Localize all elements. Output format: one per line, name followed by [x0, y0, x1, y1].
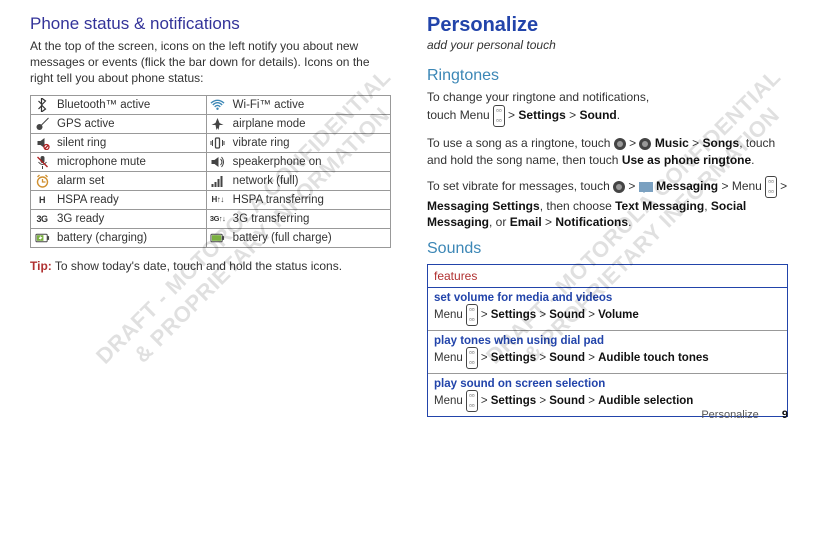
table-row: 3G 3G ready 3G↑↓ 3G transferring	[31, 209, 391, 228]
speaker-icon	[210, 155, 226, 169]
cell-label: Wi-Fi™ active	[229, 95, 391, 114]
three-g-transfer-icon: 3G↑↓	[210, 212, 226, 226]
right-column: Personalize add your personal touch Ring…	[427, 14, 788, 417]
status-intro: At the top of the screen, icons on the l…	[30, 38, 391, 87]
cell-label: 3G transferring	[229, 209, 391, 228]
table-row: H HSPA ready H↑↓ HSPA transferring	[31, 190, 391, 209]
feature-row: set volume for media and videos Menu ▫▫▫…	[428, 288, 787, 331]
footer-section: Personalize	[701, 409, 758, 421]
cell-label: silent ring	[53, 133, 206, 152]
cell-label: vibrate ring	[229, 133, 391, 152]
menu-icon: ▫▫▫▫	[466, 304, 478, 326]
features-table: features set volume for media and videos…	[427, 264, 788, 417]
features-header: features	[428, 265, 787, 288]
page-footer: Personalize 9	[701, 409, 788, 421]
battery-charging-icon	[34, 231, 50, 245]
ring-para-1: To change your ringtone and notification…	[427, 89, 788, 127]
airplane-icon	[210, 117, 226, 131]
page-number: 9	[782, 409, 788, 421]
ring-para-3: To set vibrate for messages, touch > Mes…	[427, 176, 788, 230]
cell-label: battery (charging)	[53, 228, 206, 247]
tip-body: To show today's date, touch and hold the…	[52, 259, 342, 273]
table-row: microphone mute speakerphone on	[31, 152, 391, 171]
music-icon	[639, 138, 651, 150]
feature-title: set volume for media and videos	[434, 292, 781, 304]
ring-para-2: To use a song as a ringtone, touch > Mus…	[427, 135, 788, 167]
alarm-icon	[34, 174, 50, 188]
tip-label: Tip:	[30, 259, 52, 273]
mic-mute-icon	[34, 155, 50, 169]
feature-title: play tones when using dial pad	[434, 335, 781, 347]
battery-full-icon	[210, 231, 226, 245]
cell-label: airplane mode	[229, 114, 391, 133]
left-column: Phone status & notifications At the top …	[30, 14, 391, 417]
cell-label: Bluetooth™ active	[53, 95, 206, 114]
cell-label: GPS active	[53, 114, 206, 133]
launcher-icon	[613, 181, 625, 193]
cell-label: HSPA ready	[53, 190, 206, 209]
menu-icon: ▫▫▫▫	[493, 105, 505, 127]
cell-label: alarm set	[53, 171, 206, 190]
table-row: silent ring vibrate ring	[31, 133, 391, 152]
hspa-transfer-icon: H↑↓	[210, 193, 226, 207]
feature-row: play tones when using dial pad Menu ▫▫▫▫…	[428, 331, 787, 374]
vibrate-icon	[210, 136, 226, 150]
cell-label: network (full)	[229, 171, 391, 190]
status-heading: Phone status & notifications	[30, 14, 391, 34]
wifi-icon	[210, 98, 226, 112]
cell-label: HSPA transferring	[229, 190, 391, 209]
cell-label: microphone mute	[53, 152, 206, 171]
cell-label: speakerphone on	[229, 152, 391, 171]
tip-text: Tip: To show today's date, touch and hol…	[30, 258, 391, 274]
gps-icon	[34, 117, 50, 131]
menu-icon: ▫▫▫▫	[466, 347, 478, 369]
personalize-sub: add your personal touch	[427, 37, 788, 53]
hspa-icon: H	[34, 193, 50, 207]
bluetooth-icon	[34, 98, 50, 112]
three-g-icon: 3G	[34, 212, 50, 226]
table-row: alarm set network (full)	[31, 171, 391, 190]
menu-icon: ▫▫▫▫	[466, 390, 478, 412]
messaging-icon	[639, 182, 653, 192]
table-row: GPS active airplane mode	[31, 114, 391, 133]
ringtones-heading: Ringtones	[427, 67, 788, 85]
table-row: battery (charging) battery (full charge)	[31, 228, 391, 247]
feature-body: Menu ▫▫▫▫ > Settings > Sound > Volume	[434, 304, 781, 326]
table-row: Bluetooth™ active Wi-Fi™ active	[31, 95, 391, 114]
feature-title: play sound on screen selection	[434, 378, 781, 390]
status-table: Bluetooth™ active Wi-Fi™ active GPS acti…	[30, 95, 391, 248]
menu-icon: ▫▫▫▫	[765, 176, 777, 198]
launcher-icon	[614, 138, 626, 150]
sounds-heading: Sounds	[427, 240, 788, 258]
feature-body: Menu ▫▫▫▫ > Settings > Sound > Audible t…	[434, 347, 781, 369]
cell-label: 3G ready	[53, 209, 206, 228]
personalize-heading: Personalize	[427, 14, 788, 37]
network-icon	[210, 174, 226, 188]
cell-label: battery (full charge)	[229, 228, 391, 247]
silent-icon	[34, 136, 50, 150]
